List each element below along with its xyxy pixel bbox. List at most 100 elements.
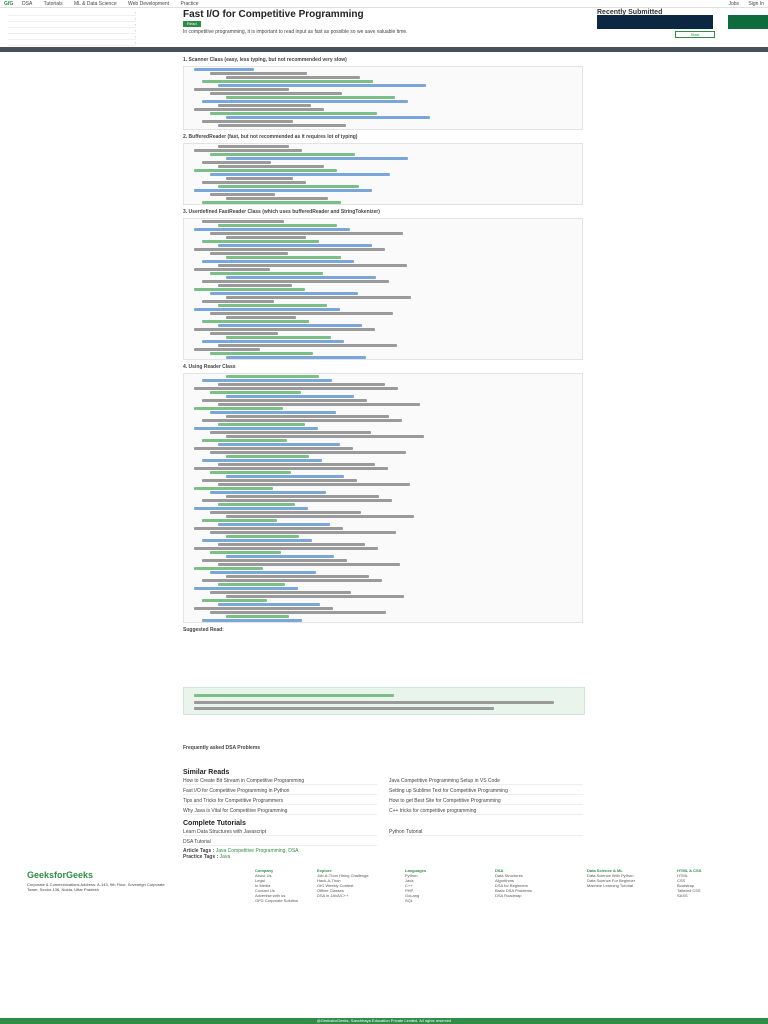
nav-item-practice[interactable]: Practice xyxy=(180,1,198,7)
site-logo[interactable]: GfG xyxy=(4,1,13,7)
code-line xyxy=(194,427,318,430)
code-line xyxy=(202,80,373,83)
code-line xyxy=(210,491,326,494)
code-line xyxy=(226,116,430,119)
similar-link[interactable]: Java Competitive Programming Setup in VS… xyxy=(389,778,583,785)
code-line xyxy=(202,619,302,622)
suggested-heading: Suggested Read: xyxy=(183,627,224,633)
code-line xyxy=(226,197,328,200)
footer-col-ds: Data Science & ML Data Science With Pyth… xyxy=(587,868,657,888)
code-line xyxy=(194,149,302,152)
code-line xyxy=(202,240,319,243)
code-line xyxy=(226,375,319,378)
related-banner[interactable] xyxy=(183,687,585,715)
code-line xyxy=(210,391,301,394)
advert-banner-small[interactable] xyxy=(728,15,768,29)
nav-item-webdev[interactable]: Web Development xyxy=(128,1,169,7)
section-heading: 4. Using Reader Class xyxy=(183,364,236,370)
similar-link[interactable]: Why Java is Vital for Competitive Progra… xyxy=(183,808,377,815)
start-button[interactable]: Start xyxy=(675,31,715,38)
code-line xyxy=(202,519,277,522)
faq-button[interactable]: Frequently asked DSA Problems xyxy=(183,745,260,751)
code-line xyxy=(226,177,293,180)
left-sidebar: › › › › › › xyxy=(8,10,136,46)
code-line xyxy=(226,296,411,299)
code-line xyxy=(210,312,393,315)
similar-link[interactable]: C++ tricks for competitive programming xyxy=(389,808,583,815)
nav-item-ml[interactable]: ML & Data Science xyxy=(74,1,117,7)
footer-col-html: HTML & CSS HTML CSS Bootstrap Tailwind C… xyxy=(677,868,747,898)
code-line xyxy=(210,531,396,534)
similar-link[interactable]: Setting up Sublime Text for Competitive … xyxy=(389,788,583,795)
code-line xyxy=(210,551,281,554)
tags-area: Article Tags : Java Competitive Programm… xyxy=(183,848,583,860)
code-line xyxy=(194,547,378,550)
footer-link[interactable]: DSA Roadmap xyxy=(495,893,565,898)
code-line xyxy=(202,100,408,103)
code-block xyxy=(183,66,583,130)
footer-link[interactable]: DSA in JAVA/C++ xyxy=(317,893,387,898)
sign-in-link[interactable]: Sign In xyxy=(748,1,764,7)
similar-link[interactable]: Tips and Tricks for Competitive Programm… xyxy=(183,798,377,805)
similar-link[interactable]: Fast I/O for Competitive Programming in … xyxy=(183,788,377,795)
code-line xyxy=(194,507,308,510)
code-line xyxy=(226,356,366,359)
footer-col-languages: Languages Python Java C++ PHP GoLang SQL xyxy=(405,868,475,903)
main-menu: DSA Tutorials ML & Data Science Web Deve… xyxy=(22,1,209,7)
similar-link[interactable]: How to Create Bit Stream in Competitive … xyxy=(183,778,377,785)
complete-title: Complete Tutorials xyxy=(183,820,246,827)
code-line xyxy=(202,300,274,303)
code-line xyxy=(194,169,337,172)
code-line xyxy=(218,165,324,168)
code-line xyxy=(202,599,267,602)
code-line xyxy=(194,487,273,490)
nav-item-tutorials[interactable]: Tutorials xyxy=(44,1,63,7)
code-line xyxy=(226,415,389,418)
code-line xyxy=(202,161,271,164)
footer-col-explore: Explore Job-A-Thon Hiring Challenge Hack… xyxy=(317,868,387,898)
code-line xyxy=(194,527,343,530)
tutorial-link[interactable]: Python Tutorial xyxy=(389,829,583,836)
jobs-link[interactable]: Jobs xyxy=(728,1,739,7)
tutorial-link[interactable]: DSA Tutorial xyxy=(183,839,377,846)
footer-link[interactable]: GFG Corporate Solution xyxy=(255,898,325,903)
code-line xyxy=(194,248,385,251)
code-line xyxy=(226,475,344,478)
code-line xyxy=(218,483,410,486)
code-line xyxy=(218,603,320,606)
similar-link[interactable]: How to get Best Site for Competitive Pro… xyxy=(389,798,583,805)
chevron-icon: › xyxy=(134,40,136,45)
code-line xyxy=(194,288,305,291)
code-line xyxy=(210,571,316,574)
code-line xyxy=(218,185,359,188)
code-line xyxy=(226,595,404,598)
footer-col-company: Company About Us Legal In Media Contact … xyxy=(255,868,325,903)
tutorial-link[interactable]: Learn Data Structures with Javascript xyxy=(183,829,377,836)
code-line xyxy=(202,579,382,582)
code-line xyxy=(226,236,306,239)
footer-link[interactable]: Machine Learning Tutorial xyxy=(587,883,657,888)
code-line xyxy=(226,535,299,538)
code-line xyxy=(194,68,254,71)
code-line xyxy=(202,539,312,542)
code-line xyxy=(218,463,375,466)
practice-tags[interactable]: Java xyxy=(220,854,231,860)
read-tab[interactable]: Read xyxy=(183,21,201,27)
faq-area: Frequently asked DSA Problems xyxy=(183,745,583,751)
code-line xyxy=(218,244,372,247)
footer-link[interactable]: SQL xyxy=(405,898,475,903)
code-line xyxy=(226,276,376,279)
footer-logo[interactable]: GeeksforGeeks xyxy=(27,870,93,880)
code-line xyxy=(210,591,351,594)
footer-link[interactable]: SASS xyxy=(677,893,747,898)
section-heading: 2. BufferedReader (fast, but not recomme… xyxy=(183,134,358,140)
code-line xyxy=(194,348,260,351)
code-line xyxy=(202,379,332,382)
code-line xyxy=(202,220,284,223)
nav-item-dsa[interactable]: DSA xyxy=(22,1,32,7)
code-line xyxy=(210,193,275,196)
copyright-bar: @GeeksforGeeks, Sanchhaya Education Priv… xyxy=(0,1018,768,1024)
chevron-icon: › xyxy=(134,34,136,39)
sidebar-item[interactable]: › xyxy=(8,40,136,46)
advert-banner[interactable] xyxy=(597,15,713,29)
